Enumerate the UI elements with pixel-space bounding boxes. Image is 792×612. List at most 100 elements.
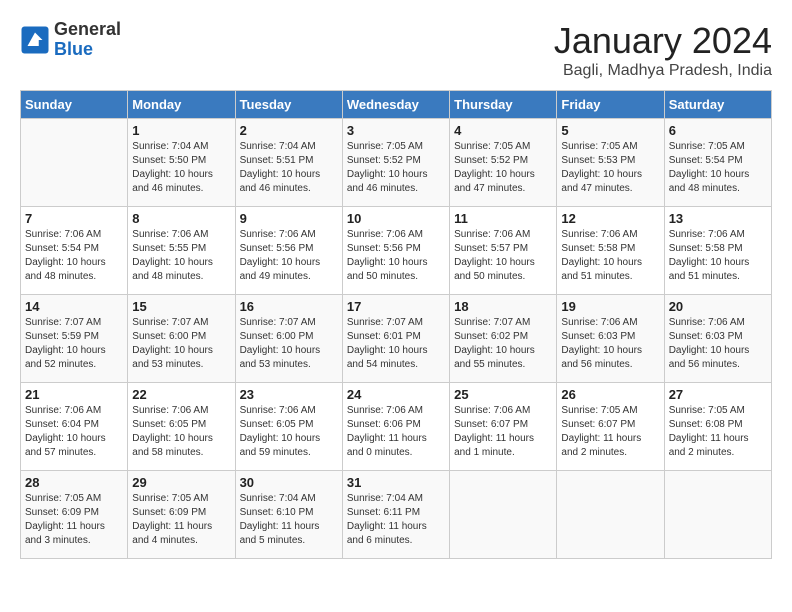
calendar-cell: 13 Sunrise: 7:06 AMSunset: 5:58 PMDayligh… — [664, 207, 771, 295]
calendar-cell: 20 Sunrise: 7:06 AMSunset: 6:03 PMDayligh… — [664, 295, 771, 383]
logo-blue: Blue — [54, 40, 121, 60]
day-number: 28 — [25, 475, 123, 490]
day-info: Sunrise: 7:06 AMSunset: 6:07 PMDaylight:… — [454, 404, 552, 460]
calendar-cell: 18Sunrise: 7:07 AMSunset: 6:02 PMDayligh… — [450, 295, 557, 383]
calendar-cell: 16 Sunrise: 7:07 AMSunset: 6:00 PMDayligh… — [235, 295, 342, 383]
logo-text: General Blue — [54, 20, 121, 60]
day-number: 20 — [669, 299, 767, 314]
day-info: Sunrise: 7:06 AMSunset: 5:56 PMDaylight:… — [240, 228, 338, 284]
calendar-cell: 21 Sunrise: 7:06 AMSunset: 6:04 PMDayligh… — [21, 383, 128, 471]
calendar-cell — [450, 471, 557, 559]
day-number: 24 — [347, 387, 445, 402]
calendar-week-row: 21 Sunrise: 7:06 AMSunset: 6:04 PMDayligh… — [21, 383, 772, 471]
day-info: Sunrise: 7:04 AMSunset: 6:10 PMDaylight:… — [240, 492, 338, 548]
calendar-day-header: Saturday — [664, 91, 771, 119]
day-info: Sunrise: 7:05 AMSunset: 6:09 PMDaylight:… — [25, 492, 123, 548]
day-info: Sunrise: 7:06 AMSunset: 6:06 PMDaylight:… — [347, 404, 445, 460]
calendar-day-header: Sunday — [21, 91, 128, 119]
day-number: 16 — [240, 299, 338, 314]
calendar-cell: 29 Sunrise: 7:05 AMSunset: 6:09 PMDayligh… — [128, 471, 235, 559]
day-info: Sunrise: 7:06 AMSunset: 5:54 PMDaylight:… — [25, 228, 123, 284]
calendar-cell: 15Sunrise: 7:07 AMSunset: 6:00 PMDayligh… — [128, 295, 235, 383]
logo-icon — [20, 25, 50, 55]
page-header: General Blue January 2024 Bagli, Madhya … — [20, 20, 772, 80]
day-number: 5 — [561, 123, 659, 138]
day-info: Sunrise: 7:06 AMSunset: 6:05 PMDaylight:… — [240, 404, 338, 460]
calendar-cell: 22Sunrise: 7:06 AMSunset: 6:05 PMDayligh… — [128, 383, 235, 471]
day-number: 30 — [240, 475, 338, 490]
day-info: Sunrise: 7:06 AMSunset: 6:03 PMDaylight:… — [669, 316, 767, 372]
calendar-cell — [21, 119, 128, 207]
calendar-cell — [664, 471, 771, 559]
day-number: 1 — [132, 123, 230, 138]
day-number: 29 — [132, 475, 230, 490]
calendar-cell: 10 Sunrise: 7:06 AMSunset: 5:56 PMDayligh… — [342, 207, 449, 295]
calendar-cell: 17Sunrise: 7:07 AMSunset: 6:01 PMDayligh… — [342, 295, 449, 383]
day-info: Sunrise: 7:06 AMSunset: 5:58 PMDaylight:… — [669, 228, 767, 284]
day-info: Sunrise: 7:06 AMSunset: 6:03 PMDaylight:… — [561, 316, 659, 372]
calendar-cell: 6 Sunrise: 7:05 AMSunset: 5:54 PMDaylight… — [664, 119, 771, 207]
day-info: Sunrise: 7:05 AMSunset: 5:54 PMDaylight:… — [669, 140, 767, 196]
day-number: 2 — [240, 123, 338, 138]
calendar-cell: 7 Sunrise: 7:06 AMSunset: 5:54 PMDaylight… — [21, 207, 128, 295]
calendar-day-header: Friday — [557, 91, 664, 119]
calendar-cell: 27 Sunrise: 7:05 AMSunset: 6:08 PMDayligh… — [664, 383, 771, 471]
calendar-table: SundayMondayTuesdayWednesdayThursdayFrid… — [20, 90, 772, 559]
calendar-day-header: Thursday — [450, 91, 557, 119]
month-title: January 2024 — [554, 20, 772, 62]
calendar-cell — [557, 471, 664, 559]
day-number: 27 — [669, 387, 767, 402]
day-number: 8 — [132, 211, 230, 226]
day-number: 6 — [669, 123, 767, 138]
calendar-cell: 5Sunrise: 7:05 AMSunset: 5:53 PMDaylight… — [557, 119, 664, 207]
day-info: Sunrise: 7:05 AMSunset: 5:52 PMDaylight:… — [454, 140, 552, 196]
day-number: 7 — [25, 211, 123, 226]
calendar-day-header: Monday — [128, 91, 235, 119]
day-number: 13 — [669, 211, 767, 226]
calendar-cell: 31Sunrise: 7:04 AMSunset: 6:11 PMDayligh… — [342, 471, 449, 559]
day-info: Sunrise: 7:06 AMSunset: 5:57 PMDaylight:… — [454, 228, 552, 284]
day-info: Sunrise: 7:06 AMSunset: 5:56 PMDaylight:… — [347, 228, 445, 284]
calendar-header-row: SundayMondayTuesdayWednesdayThursdayFrid… — [21, 91, 772, 119]
calendar-cell: 9 Sunrise: 7:06 AMSunset: 5:56 PMDaylight… — [235, 207, 342, 295]
calendar-cell: 8 Sunrise: 7:06 AMSunset: 5:55 PMDaylight… — [128, 207, 235, 295]
day-info: Sunrise: 7:05 AMSunset: 5:52 PMDaylight:… — [347, 140, 445, 196]
day-number: 9 — [240, 211, 338, 226]
day-number: 17 — [347, 299, 445, 314]
day-info: Sunrise: 7:05 AMSunset: 6:08 PMDaylight:… — [669, 404, 767, 460]
day-info: Sunrise: 7:05 AMSunset: 6:09 PMDaylight:… — [132, 492, 230, 548]
calendar-day-header: Tuesday — [235, 91, 342, 119]
day-info: Sunrise: 7:05 AMSunset: 6:07 PMDaylight:… — [561, 404, 659, 460]
day-info: Sunrise: 7:04 AMSunset: 5:51 PMDaylight:… — [240, 140, 338, 196]
day-number: 15 — [132, 299, 230, 314]
day-number: 25 — [454, 387, 552, 402]
day-number: 31 — [347, 475, 445, 490]
calendar-day-header: Wednesday — [342, 91, 449, 119]
day-info: Sunrise: 7:06 AMSunset: 5:55 PMDaylight:… — [132, 228, 230, 284]
day-number: 4 — [454, 123, 552, 138]
day-number: 21 — [25, 387, 123, 402]
calendar-week-row: 28 Sunrise: 7:05 AMSunset: 6:09 PMDayligh… — [21, 471, 772, 559]
day-info: Sunrise: 7:06 AMSunset: 5:58 PMDaylight:… — [561, 228, 659, 284]
calendar-cell: 14 Sunrise: 7:07 AMSunset: 5:59 PMDayligh… — [21, 295, 128, 383]
logo: General Blue — [20, 20, 121, 60]
day-info: Sunrise: 7:07 AMSunset: 6:00 PMDaylight:… — [240, 316, 338, 372]
day-number: 12 — [561, 211, 659, 226]
location-subtitle: Bagli, Madhya Pradesh, India — [554, 62, 772, 80]
logo-general: General — [54, 20, 121, 40]
calendar-cell: 2 Sunrise: 7:04 AMSunset: 5:51 PMDaylight… — [235, 119, 342, 207]
calendar-week-row: 14 Sunrise: 7:07 AMSunset: 5:59 PMDayligh… — [21, 295, 772, 383]
day-info: Sunrise: 7:07 AMSunset: 5:59 PMDaylight:… — [25, 316, 123, 372]
day-number: 14 — [25, 299, 123, 314]
day-number: 10 — [347, 211, 445, 226]
calendar-cell: 11 Sunrise: 7:06 AMSunset: 5:57 PMDayligh… — [450, 207, 557, 295]
day-number: 11 — [454, 211, 552, 226]
calendar-week-row: 1 Sunrise: 7:04 AMSunset: 5:50 PMDaylight… — [21, 119, 772, 207]
calendar-cell: 30 Sunrise: 7:04 AMSunset: 6:10 PMDayligh… — [235, 471, 342, 559]
day-info: Sunrise: 7:04 AMSunset: 5:50 PMDaylight:… — [132, 140, 230, 196]
calendar-cell: 4 Sunrise: 7:05 AMSunset: 5:52 PMDaylight… — [450, 119, 557, 207]
day-number: 19 — [561, 299, 659, 314]
calendar-cell: 19 Sunrise: 7:06 AMSunset: 6:03 PMDayligh… — [557, 295, 664, 383]
calendar-week-row: 7 Sunrise: 7:06 AMSunset: 5:54 PMDaylight… — [21, 207, 772, 295]
day-info: Sunrise: 7:06 AMSunset: 6:04 PMDaylight:… — [25, 404, 123, 460]
